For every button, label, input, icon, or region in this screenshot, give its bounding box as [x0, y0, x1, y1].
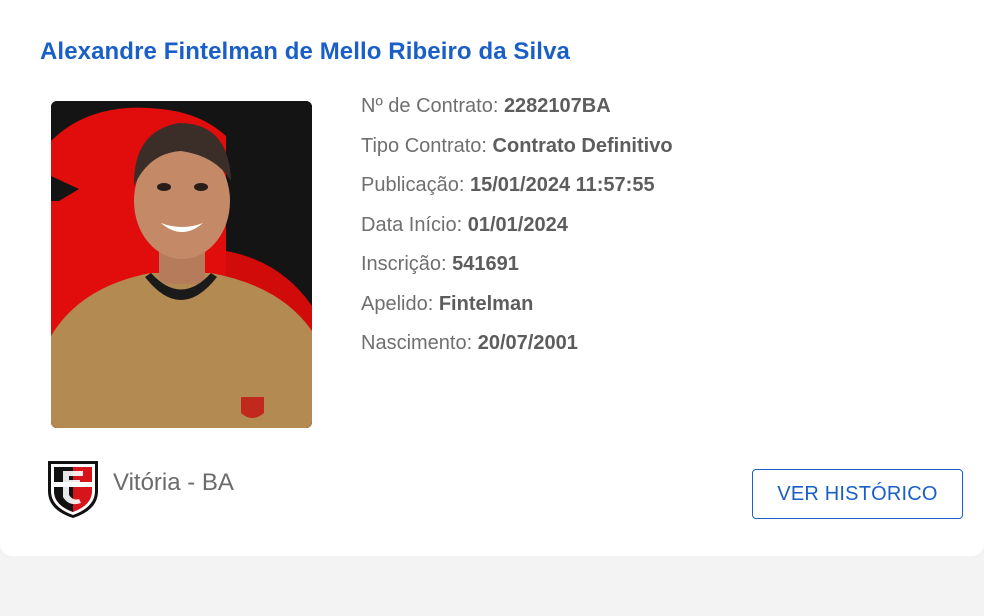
- birth-date: Nascimento: 20/07/2001: [361, 332, 578, 354]
- club-info: Vitória - BA: [45, 455, 234, 519]
- club-crest-icon: [45, 455, 101, 519]
- registration-number: Inscrição: 541691: [361, 253, 519, 275]
- player-name: Alexandre Fintelman de Mello Ribeiro da …: [40, 38, 570, 65]
- contract-type: Tipo Contrato: Contrato Definitivo: [361, 134, 673, 157]
- player-photo: [51, 101, 312, 428]
- contract-details: Nº de Contrato: 2282107BA Tipo Contrato:…: [361, 94, 673, 371]
- view-history-button[interactable]: VER HISTÓRICO: [752, 469, 963, 519]
- nickname: Apelido: Fintelman: [361, 292, 534, 315]
- publication-date: Publicação: 15/01/2024 11:57:55: [361, 174, 655, 196]
- start-date: Data Início: 01/01/2024: [361, 213, 568, 236]
- contract-number: Nº de Contrato: 2282107BA: [361, 95, 611, 117]
- contract-card: Alexandre Fintelman de Mello Ribeiro da …: [0, 0, 984, 556]
- club-name: Vitória - BA: [113, 469, 234, 496]
